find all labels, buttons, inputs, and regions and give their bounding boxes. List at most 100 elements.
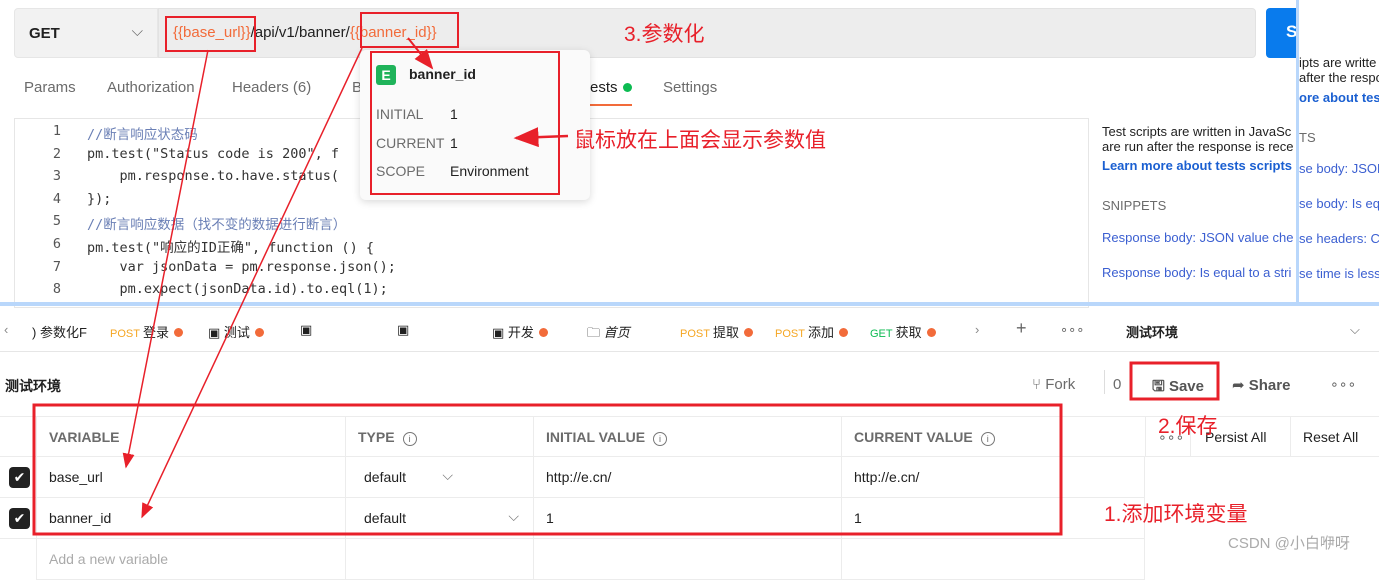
request-tab-active[interactable]: ▣ 测试 (208, 322, 264, 341)
learn-more-link[interactable]: ore about tes (1299, 90, 1379, 105)
snippet-item[interactable]: se time is less (1299, 266, 1379, 281)
current-value-input-text: 1 (854, 510, 862, 526)
overlay-panel: ipts are writte after the respo ore abou… (1296, 0, 1379, 305)
fork-icon: ⑂ (1032, 376, 1042, 393)
variable-name-input[interactable]: banner_id (36, 498, 345, 539)
type-select-text: default (364, 510, 407, 526)
initial-value-input[interactable]: http://e.cn/ (533, 457, 841, 498)
snippet-item[interactable]: se body: Is eq (1299, 196, 1379, 211)
line-number: 4 (52, 190, 61, 207)
code-line: //断言响应状态码 (87, 127, 198, 143)
initial-value-input[interactable]: 1 (533, 498, 841, 539)
column-header: INITIAL VALUE i (533, 416, 841, 457)
type-select[interactable]: default ⌵ (345, 457, 533, 498)
current-value-input[interactable]: http://e.cn/ (841, 457, 1145, 498)
code-line: }); (87, 190, 112, 207)
tab-settings[interactable]: Settings (663, 79, 717, 96)
snippet-item[interactable]: Response body: JSON value che (1102, 230, 1294, 245)
request-tab[interactable]: ▣ (300, 322, 312, 338)
row-checkbox-cell[interactable]: ✔ (0, 498, 36, 539)
environment-select[interactable]: 测试环境 (1126, 322, 1178, 341)
status-dot (622, 83, 632, 92)
chevron-down-icon: ⌵ (508, 508, 519, 524)
tooltip-key: INITIAL (376, 106, 424, 122)
tab-authorization[interactable]: Authorization (107, 79, 195, 96)
url-var-banner-id[interactable]: {{banner_id}} (350, 24, 437, 41)
environment-title: 测试环境 (5, 378, 61, 394)
share-icon: ➦ (1232, 377, 1245, 394)
snippet-item[interactable]: se headers: Co (1299, 231, 1379, 246)
initial-value-input-text: http://e.cn/ (546, 469, 612, 485)
request-tab[interactable]: ) 参数化F (32, 322, 87, 341)
example-icon: ▣ (208, 325, 221, 340)
code-line: pm.test("Status code is 200", f (87, 145, 339, 162)
line-number: 7 (52, 258, 61, 275)
request-tab[interactable]: ▣ 开发 (492, 322, 548, 341)
more-icon[interactable]: ∘∘∘ (1330, 376, 1356, 393)
share-button[interactable]: ➦ Share (1232, 376, 1290, 394)
initial-value-input-text: 1 (546, 510, 554, 526)
scroll-right-icon[interactable]: › (975, 322, 979, 337)
scroll-left-icon[interactable]: ‹ (4, 322, 8, 337)
tab-tests[interactable]: ests (590, 79, 632, 106)
variable-name-input[interactable]: base_url (36, 457, 345, 498)
line-number: 3 (52, 168, 61, 185)
code-line: pm.test("响应的ID正确", function () { (87, 240, 374, 256)
fork-button[interactable]: ⑂ Fork (1032, 376, 1075, 393)
request-tab[interactable]: 🗀 首页 (587, 322, 630, 346)
request-tab[interactable]: ▣ (397, 322, 409, 338)
save-button[interactable]: 🖫 Save (1152, 376, 1204, 401)
current-value-input[interactable]: 1 (841, 498, 1145, 539)
url-input[interactable]: {{base_url}}/api/v1/banner/{{banner_id}} (158, 8, 1256, 58)
snippets-title: SNIPPETS (1102, 198, 1167, 213)
variable-tooltip: E banner_id INITIAL 1 CURRENT 1 SCOPE En… (360, 50, 590, 200)
line-number: 6 (52, 236, 61, 252)
tests-help-text: Test scripts are written in JavaSc are ru… (1102, 124, 1294, 154)
checkbox-checked[interactable]: ✔ (9, 467, 30, 488)
chevron-down-icon[interactable]: ⌵ (1350, 322, 1360, 338)
watermark: CSDN @小白咿呀 (1228, 535, 1350, 552)
fork-count: 0 (1113, 376, 1122, 393)
info-icon: i (402, 432, 417, 446)
row-checkbox-cell[interactable]: ✔ (0, 457, 36, 498)
line-number: 5 (52, 213, 61, 230)
tooltip-key: CURRENT (376, 135, 445, 151)
column-header: VARIABLE (36, 416, 345, 457)
tab-params[interactable]: Params (24, 79, 76, 96)
method-select[interactable]: GET ⌵ (14, 8, 158, 58)
code-line: var jsonData = pm.response.json(); (87, 258, 396, 275)
checkbox-checked[interactable]: ✔ (9, 508, 30, 529)
request-tab-bar: ‹ ) 参数化F POST 登录 ▣ 测试 ▣ ▣ ▣ 开发 🗀 首页 POST 提… (0, 310, 1379, 352)
request-tab[interactable]: POST 提取 (680, 322, 753, 341)
folder-icon: 🗀 (587, 325, 601, 340)
annotation-step3: 3.参数化 (624, 23, 705, 46)
line-number: 8 (52, 281, 61, 298)
url-path: /api/v1/banner/ (250, 24, 350, 41)
annotation-hover: 鼠标放在上面会显示参数值 (574, 129, 826, 152)
request-tab[interactable]: GET 获取 (870, 322, 936, 341)
tooltip-value: 1 (450, 106, 458, 122)
code-line: pm.expect(jsonData.id).to.eql(1); (87, 281, 388, 298)
example-icon: ▣ (492, 325, 505, 340)
reset-all-button[interactable]: Reset All (1290, 416, 1379, 457)
column-header: CURRENT VALUE i (841, 416, 1145, 457)
annotation-step1: 1.添加环境变量 (1104, 503, 1248, 526)
snippet-item[interactable]: se body: JSON (1299, 161, 1379, 176)
line-number: 1 (52, 123, 61, 139)
example-icon: ▣ (397, 322, 410, 337)
tooltip-var-name: banner_id (409, 66, 476, 82)
request-tab[interactable]: POST 添加 (775, 322, 848, 341)
info-icon: i (980, 432, 995, 446)
tab-headers[interactable]: Headers (6) (232, 79, 311, 96)
url-var-base-url[interactable]: {{base_url}} (173, 24, 251, 41)
method-label: GET (29, 25, 60, 42)
more-icon[interactable]: ∘∘∘ (1060, 322, 1084, 338)
request-tab[interactable]: POST 登录 (110, 322, 183, 341)
code-line: pm.response.to.have.status( (87, 168, 339, 185)
code-line: //断言响应数据（找不变的数据进行断言） (87, 217, 347, 234)
type-select[interactable]: default ⌵ (345, 498, 533, 539)
learn-more-link[interactable]: Learn more about tests scripts (1102, 158, 1292, 173)
snippet-item[interactable]: Response body: Is equal to a stri (1102, 265, 1291, 280)
chevron-down-icon: ⌵ (442, 467, 453, 483)
new-tab-plus-icon[interactable]: + (1016, 318, 1027, 339)
